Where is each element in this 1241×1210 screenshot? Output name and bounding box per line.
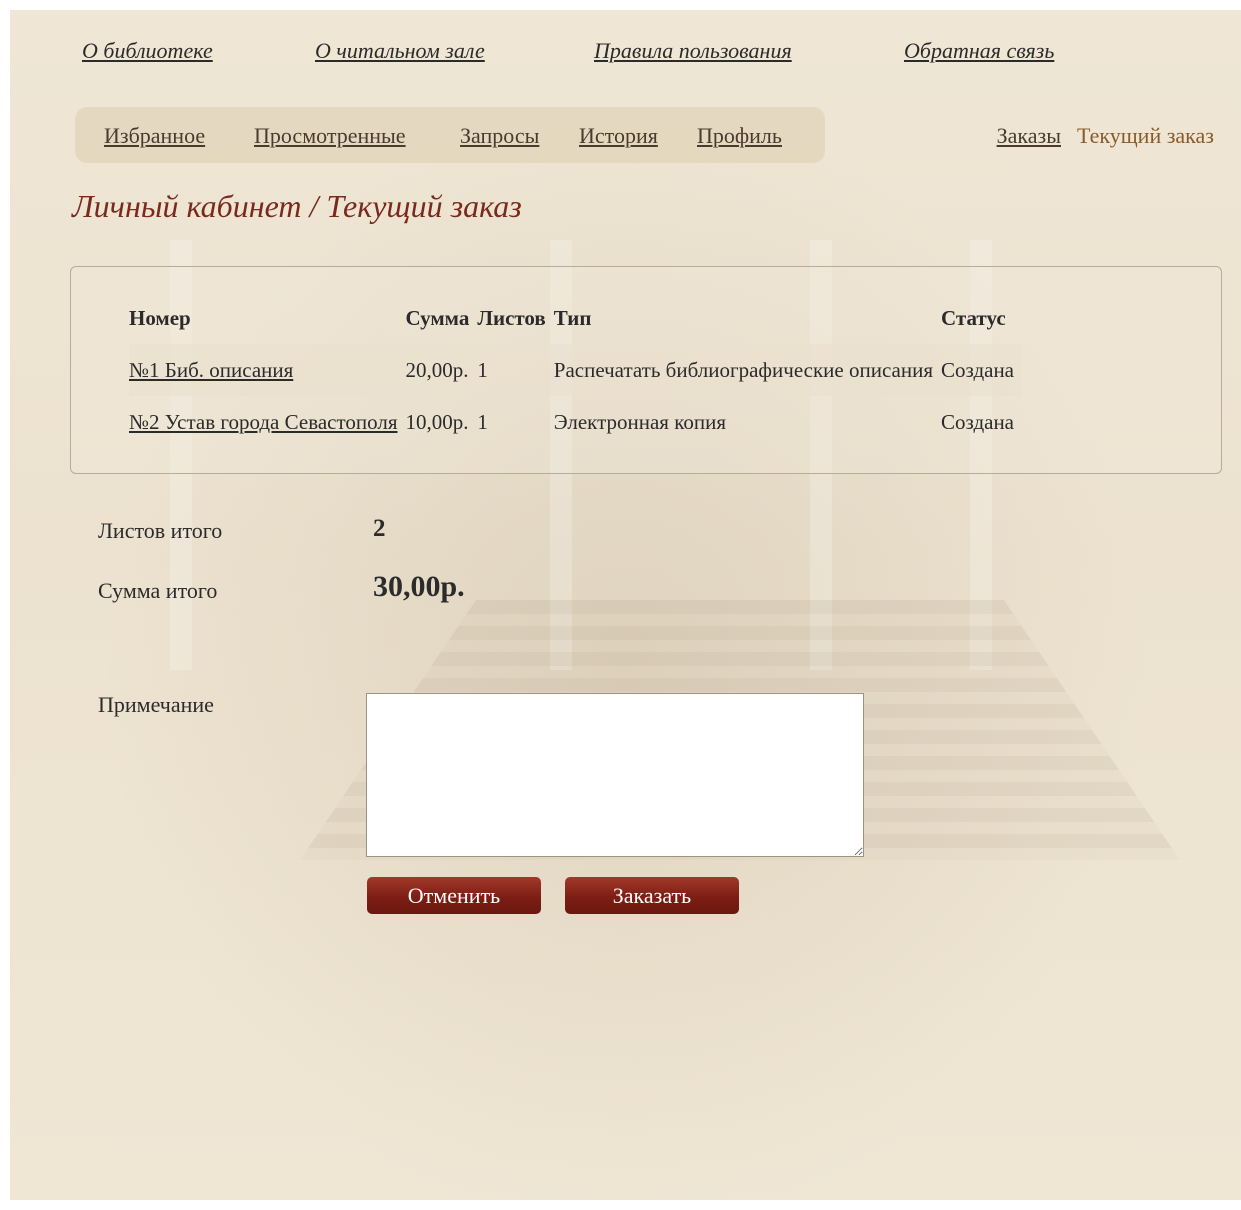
cell-number: №1 Биб. описания [129, 344, 406, 396]
total-sum-label: Сумма итого [98, 578, 218, 603]
tab-requests[interactable]: Запросы [460, 123, 539, 149]
orders-table: Номер Сумма Листов Тип Статус №1 Биб. оп… [129, 292, 1023, 448]
column-header-status: Статус [941, 305, 1006, 330]
order-link[interactable]: №2 Устав города Севастополя [129, 410, 397, 434]
table-row: №2 Устав города Севастополя 10,00р. 1 Эл… [129, 396, 1022, 448]
nav-link-about[interactable]: О библиотеке [82, 38, 213, 64]
cell-type: Электронная копия [553, 409, 726, 434]
column-header-sum: Сумма [405, 305, 470, 330]
page-title: Личный кабинет / Текущий заказ [72, 188, 522, 224]
cell-sum: 20,00р. [405, 344, 478, 396]
table-header-row: Номер Сумма Листов Тип Статус [129, 292, 1022, 344]
total-sum-value: 30,00р. [373, 570, 465, 603]
nav-link-rules[interactable]: Правила пользования [594, 38, 792, 64]
page-background: О библиотеке О читальном зале Правила по… [10, 10, 1241, 1200]
tab-viewed[interactable]: Просмотренные [254, 123, 406, 149]
total-sheets-value: 2 [373, 515, 386, 542]
nav-link-reading-room[interactable]: О читальном зале [315, 38, 485, 64]
cell-number: №2 Устав города Севастополя [129, 396, 405, 448]
column-header-type: Тип [553, 305, 592, 330]
cell-sum: 10,00р. [405, 409, 469, 434]
table-row: №1 Биб. описания 20,00р. 1 Распечатать б… [129, 344, 1023, 396]
account-tabs: Избранное Просмотренные Запросы История … [75, 107, 825, 163]
nav-link-feedback[interactable]: Обратная связь [904, 38, 1054, 64]
tab-history[interactable]: История [579, 123, 658, 149]
orders-link[interactable]: Заказы [997, 123, 1061, 148]
orders-navigation: Заказы Текущий заказ [997, 123, 1214, 149]
tab-favorites[interactable]: Избранное [104, 123, 205, 149]
tab-profile[interactable]: Профиль [697, 123, 782, 149]
cell-sheets: 1 [477, 344, 554, 396]
column-header-sheets: Листов [477, 305, 546, 330]
column-header-number: Номер [129, 305, 191, 330]
note-label: Примечание [98, 692, 214, 717]
cell-status: Создана [941, 344, 1023, 396]
order-link[interactable]: №1 Биб. описания [129, 358, 293, 382]
cancel-button[interactable]: Отменить [367, 877, 541, 914]
note-textarea[interactable] [366, 693, 864, 857]
total-sheets-label: Листов итого [98, 518, 223, 543]
cell-status: Создана [941, 409, 1015, 434]
current-order-label: Текущий заказ [1077, 123, 1214, 148]
cell-sheets: 1 [477, 409, 488, 434]
orders-panel: Номер Сумма Листов Тип Статус №1 Биб. оп… [70, 266, 1222, 474]
order-button[interactable]: Заказать [565, 877, 739, 914]
cell-type: Распечатать библиографические описания [553, 344, 942, 396]
